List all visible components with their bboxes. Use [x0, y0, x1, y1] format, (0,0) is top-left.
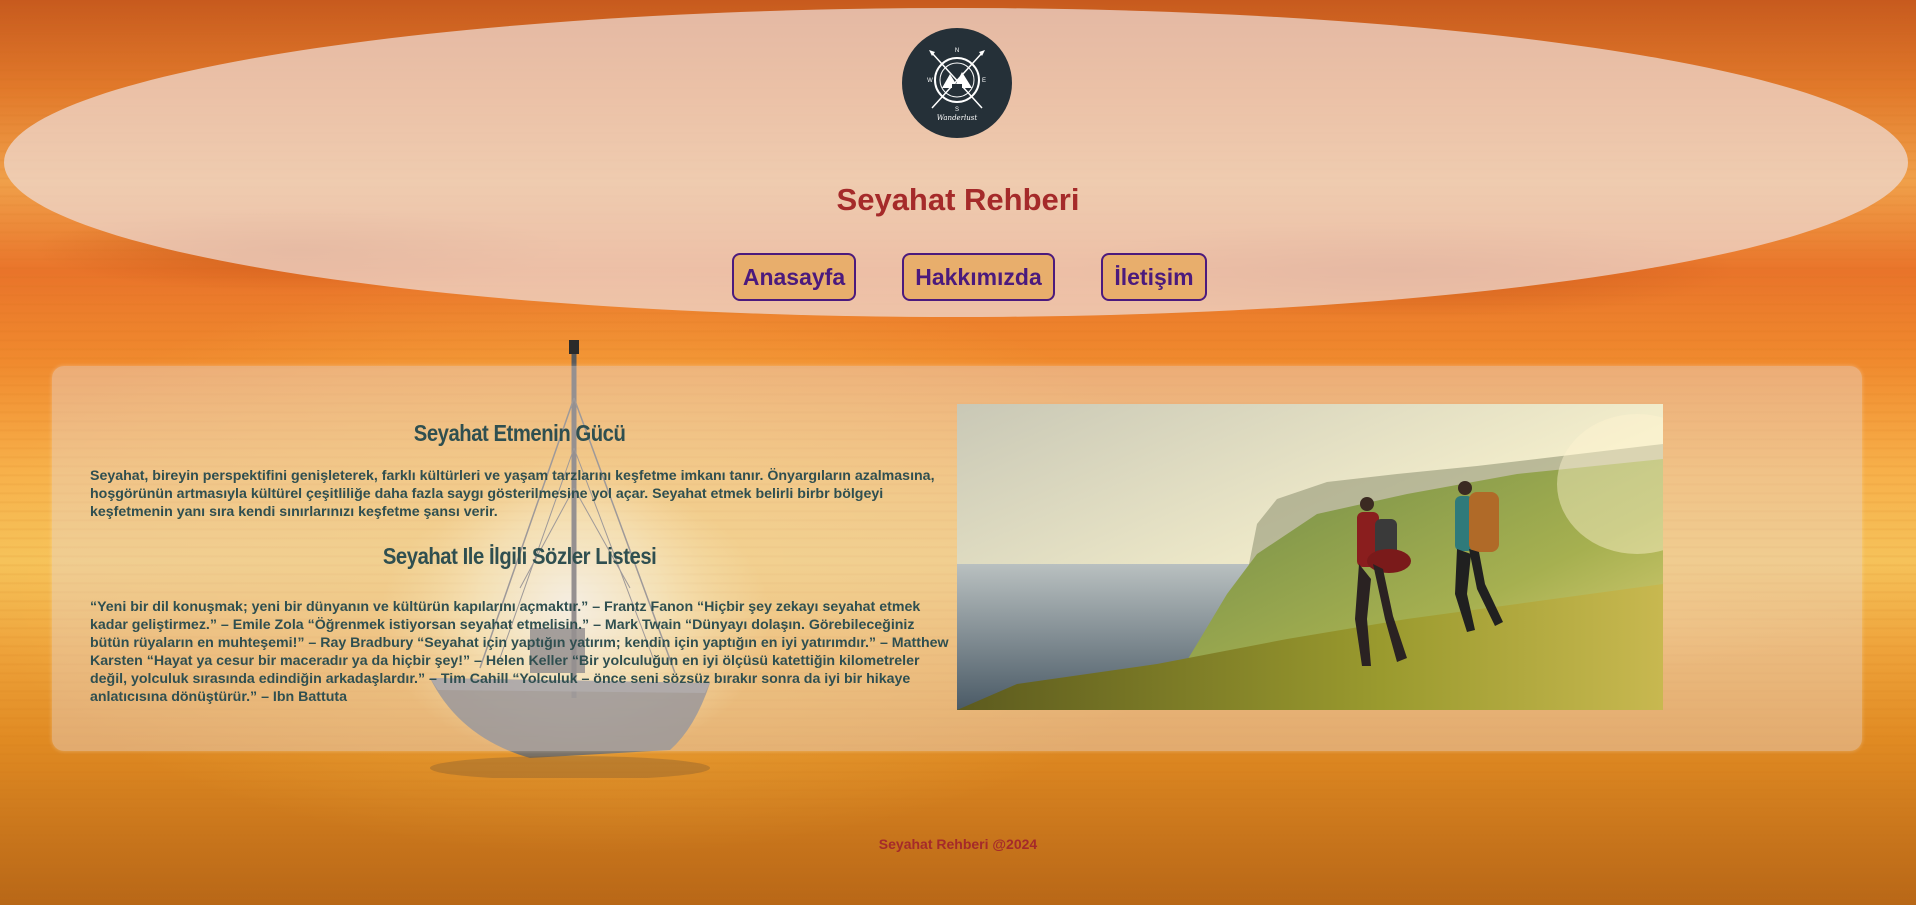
main-nav: Anasayfa Hakkımızda İletişim — [0, 253, 1916, 305]
nav-hakkimizda-button[interactable]: Hakkımızda — [902, 253, 1055, 301]
svg-text:N: N — [955, 48, 959, 54]
svg-text:W: W — [927, 78, 933, 84]
section-title-power-of-travel: Seyahat Etmenin Gücü — [413, 420, 626, 446]
text-column: Seyahat Etmenin Gücü Seyahat, bireyin pe… — [90, 420, 950, 706]
section-text-power-of-travel: Seyahat, bireyin perspektifini genişlete… — [90, 468, 935, 520]
hikers-coast-photo — [957, 404, 1663, 710]
footer-copyright: Seyahat Rehberi @2024 — [878, 836, 1038, 852]
nav-iletisim-button[interactable]: İletişim — [1101, 253, 1207, 301]
site-title: Seyahat Rehberi — [836, 182, 1080, 217]
logo-text: Wanderlust — [937, 114, 978, 122]
compass-logo-icon[interactable]: N S W E Wanderlust — [902, 28, 1012, 138]
svg-text:E: E — [982, 78, 986, 84]
section-title-quotes: Seyahat Ile İlgili Sözler Listesi — [382, 543, 657, 569]
section-text-quotes: “Yeni bir dil konuşmak; yeni bir dünyanı… — [90, 599, 949, 705]
nav-anasayfa-button[interactable]: Anasayfa — [732, 253, 856, 301]
svg-text:S: S — [955, 107, 959, 113]
